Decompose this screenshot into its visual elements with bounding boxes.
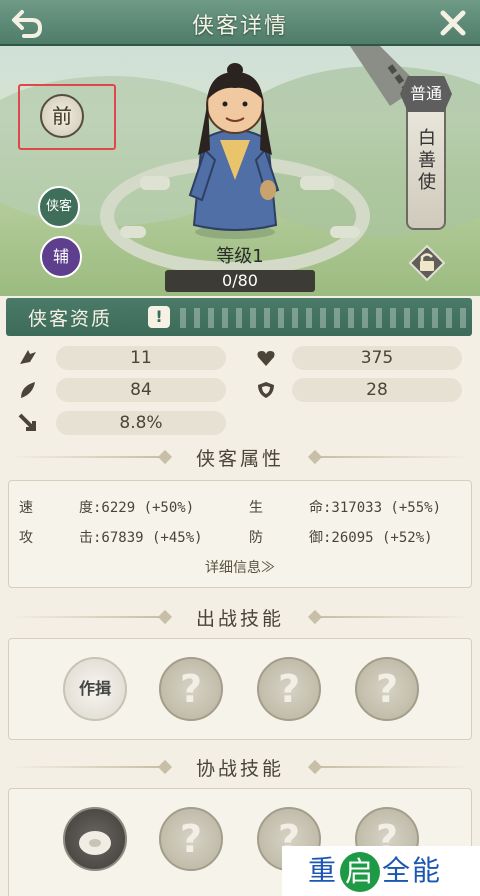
section-header-attributes: 侠客属性 xyxy=(10,442,470,472)
hero-name-char: 白 xyxy=(418,128,436,149)
leaf-speed-icon xyxy=(21,382,35,398)
stone xyxy=(330,226,360,238)
stone xyxy=(300,176,334,190)
watermark-logo: 重启全能 xyxy=(282,846,480,896)
attr-label: 生 xyxy=(249,500,263,516)
skill-slot-empty[interactable]: ? xyxy=(159,807,223,871)
heart-icon xyxy=(257,351,275,366)
watermark-circle: 启 xyxy=(340,852,381,892)
skill-slot-empty[interactable]: ? xyxy=(355,657,419,721)
section-header-assist-skills: 协战技能 xyxy=(10,752,470,782)
attr-defense-value: 御:26095 (+52%) xyxy=(309,530,433,546)
stat-crit-aptitude: 8.8% xyxy=(56,411,226,435)
skill-slot-zuoyi[interactable]: 作揖 xyxy=(63,657,127,721)
battle-skills-panel: 作揖 ? ? ? xyxy=(8,638,472,740)
close-icon[interactable] xyxy=(436,6,470,40)
skill-slot-empty[interactable]: ? xyxy=(159,657,223,721)
hero-name-char: 使 xyxy=(418,172,436,193)
attr-speed-value: 度:6229 (+50%) xyxy=(79,500,195,516)
attack-claw-icon xyxy=(20,350,36,364)
arrow-crit-icon xyxy=(18,413,36,431)
attributes-panel: 速 度:6229 (+50%) 生 命:317033 (+55%) 攻 击:67… xyxy=(8,480,472,588)
skill-slot-pet[interactable] xyxy=(63,807,127,871)
lock-icon[interactable] xyxy=(408,244,446,282)
attr-attack-value: 击:67839 (+45%) xyxy=(79,530,203,546)
header-pattern xyxy=(180,308,470,328)
watermark-text: 重 xyxy=(308,854,339,887)
aptitude-title: 侠客资质 xyxy=(28,308,113,330)
watermark-text: 全能 xyxy=(382,854,443,887)
skill-slot-empty[interactable]: ? xyxy=(257,657,321,721)
page-title: 侠客详情 xyxy=(191,14,288,39)
shield-icon xyxy=(258,382,274,398)
rarity-grade: 普通 xyxy=(400,76,452,112)
hero-character-icon[interactable] xyxy=(180,60,290,240)
attr-label: 速 xyxy=(19,500,33,516)
stone xyxy=(120,226,146,238)
role-support-badge: 辅 xyxy=(40,236,82,278)
stat-attack-aptitude: 11 xyxy=(56,346,226,370)
stat-speed-aptitude: 84 xyxy=(56,378,226,402)
exp-progress-bar: 0/80 xyxy=(165,270,315,292)
role-xiake-badge: 侠客 xyxy=(38,186,80,228)
level-label: 等级1 xyxy=(216,246,264,267)
attr-label: 防 xyxy=(249,530,263,546)
info-icon[interactable]: ! xyxy=(148,306,170,328)
top-bar: 侠客详情 xyxy=(0,0,480,46)
detail-info-link[interactable]: 详细信息≫ xyxy=(9,557,471,577)
attr-hp-value: 命:317033 (+55%) xyxy=(309,500,442,516)
stat-hp-aptitude: 375 xyxy=(292,346,462,370)
pig-icon xyxy=(79,831,111,855)
stat-defense-aptitude: 28 xyxy=(292,378,462,402)
attr-label: 攻 xyxy=(19,530,33,546)
hero-name-vertical: 白 善 使 xyxy=(416,128,438,194)
section-header-battle-skills: 出战技能 xyxy=(10,602,470,632)
position-front-badge[interactable]: 前 xyxy=(40,94,84,138)
hero-name-char: 善 xyxy=(418,150,436,171)
stone xyxy=(140,176,170,190)
